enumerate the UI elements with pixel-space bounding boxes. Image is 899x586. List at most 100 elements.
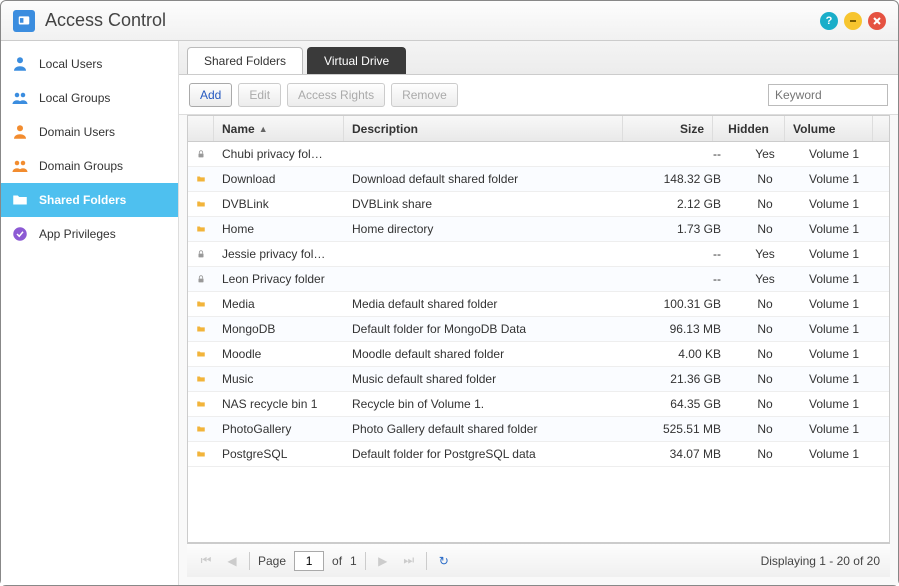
tabs: Shared Folders Virtual Drive [179, 41, 898, 75]
last-page-button[interactable]: ⏭ [400, 552, 418, 570]
cell-size: 34.07 MB [639, 442, 729, 466]
cell-name: Media [214, 292, 344, 316]
column-icon[interactable] [188, 116, 214, 141]
table-row[interactable]: MongoDBDefault folder for MongoDB Data96… [188, 317, 889, 342]
cell-name: Leon Privacy folder [214, 267, 344, 291]
cell-name: Music [214, 367, 344, 391]
table-row[interactable]: DownloadDownload default shared folder14… [188, 167, 889, 192]
cell-hidden: No [729, 292, 801, 316]
cell-hidden: Yes [729, 242, 801, 266]
cell-size: -- [639, 267, 729, 291]
help-button[interactable]: ? [820, 12, 838, 30]
cell-description [344, 142, 639, 166]
cell-name: Jessie privacy fol… [214, 242, 344, 266]
cell-volume: Volume 1 [801, 417, 889, 441]
refresh-button[interactable]: ↻ [435, 552, 453, 570]
cell-name: Chubi privacy fol… [214, 142, 344, 166]
cell-size: 148.32 GB [639, 167, 729, 191]
cell-description: Download default shared folder [344, 167, 639, 191]
sidebar-item-local-groups[interactable]: Local Groups [1, 81, 178, 115]
titlebar: Access Control ? [1, 1, 898, 41]
add-button[interactable]: Add [189, 83, 232, 107]
user-icon [11, 123, 29, 141]
sidebar-item-shared-folders[interactable]: Shared Folders [1, 183, 178, 217]
access-rights-button[interactable]: Access Rights [287, 83, 385, 107]
sidebar-item-local-users[interactable]: Local Users [1, 47, 178, 81]
total-pages: 1 [350, 554, 357, 568]
table-row[interactable]: MediaMedia default shared folder100.31 G… [188, 292, 889, 317]
sidebar-item-app-privileges[interactable]: App Privileges [1, 217, 178, 251]
cell-name: MongoDB [214, 317, 344, 341]
table-row[interactable]: MoodleMoodle default shared folder4.00 K… [188, 342, 889, 367]
cell-hidden: No [729, 367, 801, 391]
cell-hidden: No [729, 442, 801, 466]
table-row[interactable]: NAS recycle bin 1Recycle bin of Volume 1… [188, 392, 889, 417]
cell-volume: Volume 1 [801, 292, 889, 316]
cell-description: Default folder for PostgreSQL data [344, 442, 639, 466]
window: Access Control ? Local Users Local Group… [0, 0, 899, 586]
page-input[interactable] [294, 551, 324, 571]
folder-icon [188, 167, 214, 191]
column-hidden[interactable]: Hidden [713, 116, 785, 141]
table-row[interactable]: DVBLinkDVBLink share2.12 GBNoVolume 1 [188, 192, 889, 217]
search-input[interactable] [768, 84, 888, 106]
sidebar-item-domain-users[interactable]: Domain Users [1, 115, 178, 149]
table-row[interactable]: MusicMusic default shared folder21.36 GB… [188, 367, 889, 392]
group-icon [11, 89, 29, 107]
grid-header: Name▲ Description Size Hidden Volume [188, 116, 889, 142]
cell-hidden: No [729, 342, 801, 366]
table-row[interactable]: PostgreSQLDefault folder for PostgreSQL … [188, 442, 889, 467]
cell-size: 64.35 GB [639, 392, 729, 416]
cell-size: 21.36 GB [639, 367, 729, 391]
minimize-button[interactable] [844, 12, 862, 30]
table-row[interactable]: PhotoGalleryPhoto Gallery default shared… [188, 417, 889, 442]
cell-hidden: Yes [729, 267, 801, 291]
table-row[interactable]: Jessie privacy fol… --YesVolume 1 [188, 242, 889, 267]
sidebar: Local Users Local Groups Domain Users Do… [1, 41, 179, 585]
cell-size: 4.00 KB [639, 342, 729, 366]
column-name[interactable]: Name▲ [214, 116, 344, 141]
tab-shared-folders[interactable]: Shared Folders [187, 47, 303, 74]
folder-icon [188, 417, 214, 441]
page-label: Page [258, 554, 286, 568]
sort-asc-icon: ▲ [259, 124, 268, 134]
first-page-button[interactable]: ⏮ [197, 552, 215, 570]
cell-description: Music default shared folder [344, 367, 639, 391]
cell-name: PostgreSQL [214, 442, 344, 466]
sidebar-item-label: Domain Groups [39, 159, 123, 173]
remove-button[interactable]: Remove [391, 83, 458, 107]
sidebar-item-label: Local Groups [39, 91, 110, 105]
cell-volume: Volume 1 [801, 167, 889, 191]
cell-size: -- [639, 242, 729, 266]
cell-hidden: No [729, 392, 801, 416]
prev-page-button[interactable]: ◀ [223, 552, 241, 570]
cell-description [344, 267, 639, 291]
edit-button[interactable]: Edit [238, 83, 281, 107]
table-row[interactable]: Leon Privacy folder--YesVolume 1 [188, 267, 889, 292]
cell-volume: Volume 1 [801, 242, 889, 266]
cell-hidden: No [729, 167, 801, 191]
cell-name: Home [214, 217, 344, 241]
app-icon [11, 225, 29, 243]
next-page-button[interactable]: ▶ [374, 552, 392, 570]
close-button[interactable] [868, 12, 886, 30]
column-size[interactable]: Size [623, 116, 713, 141]
cell-name: Download [214, 167, 344, 191]
sidebar-item-label: App Privileges [39, 227, 116, 241]
sidebar-item-domain-groups[interactable]: Domain Groups [1, 149, 178, 183]
column-volume[interactable]: Volume [785, 116, 873, 141]
cell-size: 525.51 MB [639, 417, 729, 441]
table-row[interactable]: HomeHome directory1.73 GBNoVolume 1 [188, 217, 889, 242]
cell-volume: Volume 1 [801, 367, 889, 391]
cell-size: -- [639, 142, 729, 166]
column-description[interactable]: Description [344, 116, 623, 141]
cell-hidden: No [729, 192, 801, 216]
folder-icon [188, 192, 214, 216]
table-row[interactable]: Chubi privacy fol…--YesVolume 1 [188, 142, 889, 167]
display-info: Displaying 1 - 20 of 20 [761, 554, 880, 568]
cell-volume: Volume 1 [801, 342, 889, 366]
cell-name: NAS recycle bin 1 [214, 392, 344, 416]
tab-virtual-drive[interactable]: Virtual Drive [307, 47, 406, 74]
sidebar-item-label: Local Users [39, 57, 102, 71]
folder-icon [188, 367, 214, 391]
